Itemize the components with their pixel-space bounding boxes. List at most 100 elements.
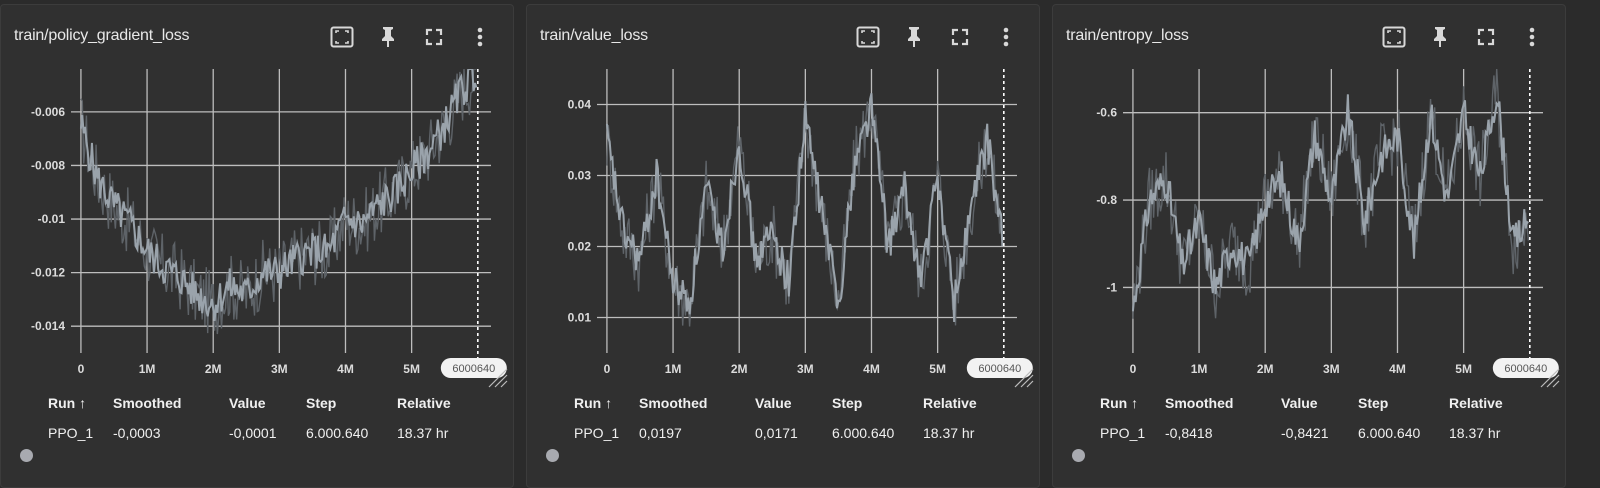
chart-svg: 0 1M 2M 3M 4M 5M -0.006 -0.008 -0.01 -0.012 -0.014… — [31, 69, 508, 388]
x-tick-label: 0 — [78, 362, 85, 376]
y-tick-label: -0.01 — [38, 212, 66, 226]
col-value: Value — [1281, 395, 1318, 411]
pin-icon — [380, 26, 396, 48]
pin-button[interactable] — [891, 23, 937, 51]
cell-value: -0,0001 — [229, 425, 277, 441]
run-color-dot[interactable] — [546, 449, 559, 462]
fit-domain-button[interactable] — [845, 23, 891, 51]
fullscreen-button[interactable] — [411, 23, 457, 51]
cell-value: -0,8421 — [1281, 425, 1329, 441]
pin-button[interactable] — [365, 23, 411, 51]
chart-svg: 0 1M 2M 3M 4M 5M -0.6 -0.8 -1 6000640 — [1096, 69, 1560, 388]
cell-step: 6.000.640 — [1358, 425, 1421, 441]
y-tick-label: -1 — [1106, 280, 1117, 294]
y-tick-label: 0.03 — [568, 169, 592, 183]
col-step: Step — [1358, 395, 1389, 411]
y-tick-label: 0.01 — [568, 311, 592, 325]
cell-smoothed: 0,0197 — [639, 425, 682, 441]
run-color-dot[interactable] — [1072, 449, 1085, 462]
more-vert-icon — [1003, 27, 1009, 47]
chart-title: train/value_loss — [540, 27, 648, 44]
fullscreen-icon — [951, 28, 969, 46]
more-vert-icon — [1529, 27, 1535, 47]
fullscreen-button[interactable] — [937, 23, 983, 51]
fullscreen-icon — [425, 28, 443, 46]
x-tick-label: 3M — [1323, 362, 1340, 376]
chart-title: train/policy_gradient_loss — [14, 27, 190, 44]
y-tick-label: -0.006 — [31, 105, 65, 119]
col-run[interactable]: Run ↑ — [574, 395, 612, 411]
cell-relative: 18.37 hr — [397, 425, 449, 441]
col-step: Step — [832, 395, 863, 411]
more-vert-icon — [477, 27, 483, 47]
y-tick-label: -0.008 — [31, 158, 65, 172]
cell-step: 6.000.640 — [832, 425, 895, 441]
col-step: Step — [306, 395, 337, 411]
chart-card: train/policy_gradient_loss 0 1M 2M 3M 4M 5M -0… — [0, 4, 514, 488]
fullscreen-button[interactable] — [1463, 23, 1509, 51]
fit-domain-icon — [1382, 26, 1406, 48]
fit-domain-icon — [330, 26, 354, 48]
x-tick-label: 2M — [205, 362, 222, 376]
x-tick-label: 5M — [929, 362, 946, 376]
y-tick-label: -0.012 — [31, 266, 65, 280]
x-tick-label: 0 — [1130, 362, 1137, 376]
chart-card: train/value_loss 0 1M 2M 3M 4M 5M 0.04 0.03 0.02… — [526, 4, 1040, 488]
cell-run: PPO_1 — [1100, 425, 1146, 441]
chart-title: train/entropy_loss — [1066, 27, 1189, 44]
col-smoothed: Smoothed — [113, 395, 182, 411]
col-relative: Relative — [397, 395, 451, 411]
fit-domain-button[interactable] — [319, 23, 365, 51]
more-vert-button[interactable] — [1509, 23, 1555, 51]
series-line-raw — [1132, 69, 1530, 319]
fullscreen-icon — [1477, 28, 1495, 46]
col-smoothed: Smoothed — [1165, 395, 1234, 411]
cell-relative: 18.37 hr — [1449, 425, 1501, 441]
pin-button[interactable] — [1417, 23, 1463, 51]
x-tick-label: 4M — [863, 362, 880, 376]
cell-smoothed: -0,0003 — [113, 425, 161, 441]
col-run[interactable]: Run ↑ — [48, 395, 86, 411]
x-tick-label: 3M — [271, 362, 288, 376]
step-badge-text: 6000640 — [452, 363, 495, 375]
cell-relative: 18.37 hr — [923, 425, 975, 441]
x-tick-label: 5M — [403, 362, 420, 376]
fit-domain-icon — [856, 26, 880, 48]
x-tick-label: 0 — [604, 362, 611, 376]
fit-domain-button[interactable] — [1371, 23, 1417, 51]
x-tick-label: 5M — [1455, 362, 1472, 376]
x-tick-label: 4M — [337, 362, 354, 376]
chart-card: train/entropy_loss 0 1M 2M 3M 4M 5M -0.6 -0.8 -1… — [1052, 4, 1566, 488]
cell-step: 6.000.640 — [306, 425, 369, 441]
series-line-ppo-1 — [605, 93, 1004, 323]
x-tick-label: 3M — [797, 362, 814, 376]
y-tick-label: -0.6 — [1096, 106, 1117, 120]
col-value: Value — [755, 395, 792, 411]
col-relative: Relative — [923, 395, 977, 411]
cell-run: PPO_1 — [48, 425, 94, 441]
plot-area[interactable]: 0 1M 2M 3M 4M 5M 0.04 0.03 0.02 0.01 6000640 — [527, 63, 1041, 398]
x-tick-label: 2M — [731, 362, 748, 376]
cell-value: 0,0171 — [755, 425, 798, 441]
cell-smoothed: -0,8418 — [1165, 425, 1213, 441]
chart-svg: 0 1M 2M 3M 4M 5M 0.04 0.03 0.02 0.01 6000640 — [568, 69, 1034, 388]
col-run[interactable]: Run ↑ — [1100, 395, 1138, 411]
x-tick-label: 1M — [1191, 362, 1208, 376]
step-badge-text: 6000640 — [978, 363, 1021, 375]
x-tick-label: 4M — [1389, 362, 1406, 376]
pin-icon — [1432, 26, 1448, 48]
col-smoothed: Smoothed — [639, 395, 708, 411]
run-color-dot[interactable] — [20, 449, 33, 462]
step-badge-text: 6000640 — [1504, 363, 1547, 375]
more-vert-button[interactable] — [983, 23, 1029, 51]
y-tick-label: 0.04 — [568, 98, 592, 112]
x-tick-label: 2M — [1257, 362, 1274, 376]
plot-area[interactable]: 0 1M 2M 3M 4M 5M -0.6 -0.8 -1 6000640 — [1053, 63, 1567, 398]
x-tick-label: 1M — [139, 362, 156, 376]
x-tick-label: 1M — [665, 362, 682, 376]
y-tick-label: -0.014 — [31, 319, 65, 333]
pin-icon — [906, 26, 922, 48]
series-line-ppo-1 — [79, 69, 478, 322]
more-vert-button[interactable] — [457, 23, 503, 51]
plot-area[interactable]: 0 1M 2M 3M 4M 5M -0.006 -0.008 -0.01 -0.012 -0.014… — [1, 63, 515, 398]
